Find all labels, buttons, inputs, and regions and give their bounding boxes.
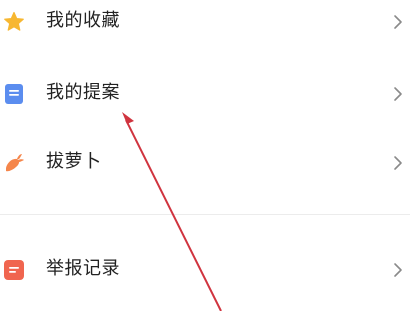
section-divider [0,214,410,215]
profile-menu-list: 我的收藏 我的提案 拔萝卜 举报记录 [0,0,410,311]
star-icon [3,11,25,33]
menu-item-pull-carrot[interactable]: 拔萝卜 [0,136,410,190]
chevron-right-icon [391,261,405,279]
menu-item-reports[interactable]: 举报记录 [0,243,410,297]
document-icon [3,83,25,105]
menu-item-label: 举报记录 [46,258,120,279]
chevron-right-icon [391,13,405,31]
menu-item-favorites[interactable]: 我的收藏 [0,0,410,49]
carrot-icon [3,152,25,174]
chevron-right-icon [391,154,405,172]
menu-item-label: 拔萝卜 [46,151,102,172]
menu-item-proposals[interactable]: 我的提案 [0,67,410,121]
report-icon [3,259,25,281]
chevron-right-icon [391,85,405,103]
menu-item-label: 我的收藏 [46,10,120,31]
menu-item-label: 我的提案 [46,82,120,103]
